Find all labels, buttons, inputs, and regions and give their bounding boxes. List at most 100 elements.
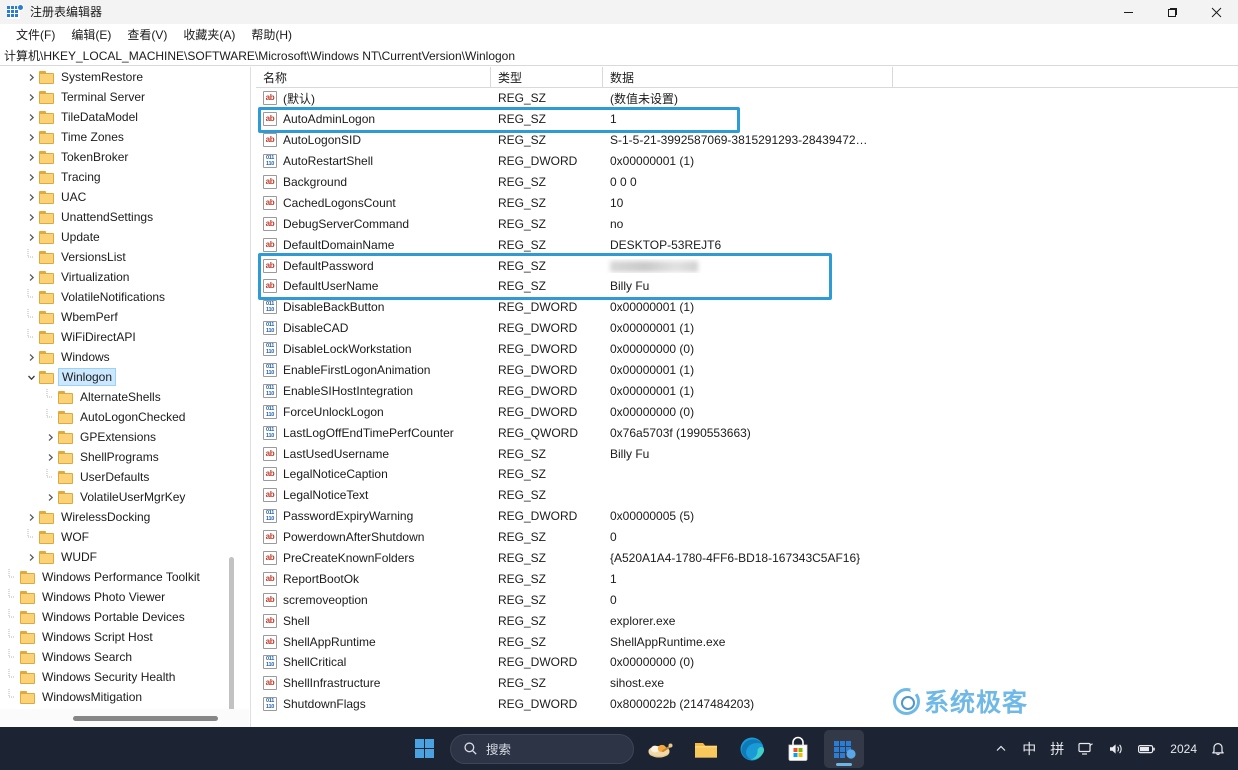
tree-item[interactable]: UAC (0, 187, 234, 207)
chevron-right-icon[interactable] (23, 269, 39, 285)
chevron-right-icon[interactable] (23, 349, 39, 365)
battery-icon[interactable] (1133, 731, 1161, 767)
tree-item[interactable]: Virtualization (0, 267, 234, 287)
microsoft-store-icon[interactable] (778, 730, 818, 768)
tree-item[interactable]: WiFiDirectAPI (0, 327, 234, 347)
column-header-name[interactable]: 名称 (256, 67, 491, 88)
table-row[interactable]: (默认)REG_SZ(数值未设置) (256, 88, 1238, 109)
tree-item[interactable]: Windows Script Host (0, 627, 234, 647)
tree-item[interactable]: UserDefaults (0, 467, 234, 487)
tree-item[interactable]: Tracing (0, 167, 234, 187)
chevron-right-icon[interactable] (23, 169, 39, 185)
tree-item[interactable]: Windows Photo Viewer (0, 587, 234, 607)
table-row[interactable]: PasswordExpiryWarningREG_DWORD0x00000005… (256, 506, 1238, 527)
tree-item[interactable]: ShellPrograms (0, 447, 234, 467)
tree-item[interactable]: SystemRestore (0, 67, 234, 87)
tree-item[interactable]: UnattendSettings (0, 207, 234, 227)
table-row[interactable]: DisableBackButtonREG_DWORD0x00000001 (1) (256, 297, 1238, 318)
clock-year[interactable]: 2024 (1165, 731, 1202, 767)
tree-item[interactable]: VersionsList (0, 247, 234, 267)
tree-item[interactable]: WirelessDocking (0, 507, 234, 527)
table-row[interactable]: DefaultDomainNameREG_SZDESKTOP-53REJT6 (256, 234, 1238, 255)
chevron-right-icon[interactable] (23, 89, 39, 105)
menu-favorites[interactable]: 收藏夹(A) (175, 25, 243, 45)
chevron-right-icon[interactable] (23, 109, 39, 125)
tree-item[interactable]: AlternateShells (0, 387, 234, 407)
table-row[interactable]: ShellInfrastructureREG_SZsihost.exe (256, 673, 1238, 694)
chevron-right-icon[interactable] (23, 229, 39, 245)
menu-edit[interactable]: 编辑(E) (63, 25, 119, 45)
menu-help[interactable]: 帮助(H) (243, 25, 300, 45)
chevron-right-icon[interactable] (42, 449, 58, 465)
table-row[interactable]: DefaultUserNameREG_SZBilly Fu (256, 276, 1238, 297)
table-row[interactable]: AutoAdminLogonREG_SZ1 (256, 109, 1238, 130)
table-row[interactable]: DebugServerCommandREG_SZno (256, 213, 1238, 234)
table-row[interactable]: ShellREG_SZexplorer.exe (256, 610, 1238, 631)
tree-item[interactable]: Windows Performance Toolkit (0, 567, 234, 587)
chevron-right-icon[interactable] (23, 129, 39, 145)
tree-item[interactable]: Windows (0, 347, 234, 367)
tree-vertical-scroll-thumb[interactable] (229, 557, 234, 727)
tree-item[interactable]: Update (0, 227, 234, 247)
table-row[interactable]: DefaultPasswordREG_SZ (256, 255, 1238, 276)
volume-icon[interactable] (1103, 731, 1129, 767)
tree-horizontal-scroll-thumb[interactable] (73, 716, 218, 721)
registry-editor-taskbar-icon[interactable] (824, 730, 864, 768)
table-row[interactable]: DisableLockWorkstationREG_DWORD0x0000000… (256, 339, 1238, 360)
menu-file[interactable]: 文件(F) (8, 25, 63, 45)
table-row[interactable]: LastUsedUsernameREG_SZBilly Fu (256, 443, 1238, 464)
chevron-down-icon[interactable] (23, 369, 39, 385)
tree-horizontal-scrollbar[interactable] (0, 709, 250, 727)
minimize-button[interactable] (1106, 0, 1150, 24)
tree-item[interactable]: WUDF (0, 547, 234, 567)
tree-item[interactable]: VolatileUserMgrKey (0, 487, 234, 507)
network-icon[interactable] (1073, 731, 1099, 767)
tree-item[interactable]: WOF (0, 527, 234, 547)
notifications-icon[interactable] (1206, 731, 1230, 767)
tree-item[interactable]: Windows Security Health (0, 667, 234, 687)
table-row[interactable]: AutoLogonSIDREG_SZS-1-5-21-3992587069-38… (256, 130, 1238, 151)
ime-pinyin-icon[interactable]: 拼 (1045, 731, 1069, 767)
tree-item[interactable]: GPExtensions (0, 427, 234, 447)
tree-vertical-scrollbar[interactable] (226, 557, 237, 727)
table-row[interactable]: ForceUnlockLogonREG_DWORD0x00000000 (0) (256, 401, 1238, 422)
close-button[interactable] (1194, 0, 1238, 24)
tree-item[interactable]: Windows Search (0, 647, 234, 667)
table-row[interactable]: ReportBootOkREG_SZ1 (256, 568, 1238, 589)
table-row[interactable]: LastLogOffEndTimePerfCounterREG_QWORD0x7… (256, 422, 1238, 443)
maximize-button[interactable] (1150, 0, 1194, 24)
tree-item[interactable]: WbemPerf (0, 307, 234, 327)
tree-item[interactable]: Windows Portable Devices (0, 607, 234, 627)
table-row[interactable]: EnableSIHostIntegrationREG_DWORD0x000000… (256, 380, 1238, 401)
edge-icon[interactable] (732, 730, 772, 768)
show-hidden-icons-button[interactable] (989, 731, 1013, 767)
tree-item[interactable]: Winlogon (0, 367, 234, 387)
tree-item[interactable]: Terminal Server (0, 87, 234, 107)
chevron-right-icon[interactable] (23, 189, 39, 205)
ime-mode-icon[interactable]: 中 (1017, 731, 1041, 767)
start-button[interactable] (404, 730, 444, 768)
table-row[interactable]: LegalNoticeCaptionREG_SZ (256, 464, 1238, 485)
chevron-right-icon[interactable] (23, 549, 39, 565)
chevron-right-icon[interactable] (23, 209, 39, 225)
chevron-right-icon[interactable] (23, 149, 39, 165)
registry-path-bar[interactable]: 计算机\HKEY_LOCAL_MACHINE\SOFTWARE\Microsof… (0, 46, 1238, 66)
table-row[interactable]: CachedLogonsCountREG_SZ10 (256, 192, 1238, 213)
tree-item[interactable]: Time Zones (0, 127, 234, 147)
widgets-icon[interactable] (640, 730, 680, 768)
table-row[interactable]: AutoRestartShellREG_DWORD0x00000001 (1) (256, 151, 1238, 172)
table-row[interactable]: EnableFirstLogonAnimationREG_DWORD0x0000… (256, 360, 1238, 381)
taskbar-search-box[interactable]: 搜索 (450, 734, 634, 764)
menu-view[interactable]: 查看(V) (119, 25, 175, 45)
file-explorer-icon[interactable] (686, 730, 726, 768)
table-row[interactable]: BackgroundREG_SZ0 0 0 (256, 172, 1238, 193)
tree-item[interactable]: WindowsMitigation (0, 687, 234, 707)
chevron-right-icon[interactable] (23, 69, 39, 85)
column-header-type[interactable]: 类型 (491, 67, 603, 88)
tree-item[interactable]: TileDataModel (0, 107, 234, 127)
table-row[interactable]: ShutdownFlagsREG_DWORD0x8000022b (214748… (256, 694, 1238, 715)
table-row[interactable]: PowerdownAfterShutdownREG_SZ0 (256, 527, 1238, 548)
tree-item[interactable]: VolatileNotifications (0, 287, 234, 307)
table-row[interactable]: ShellCriticalREG_DWORD0x00000000 (0) (256, 652, 1238, 673)
table-row[interactable]: ShellAppRuntimeREG_SZShellAppRuntime.exe (256, 631, 1238, 652)
